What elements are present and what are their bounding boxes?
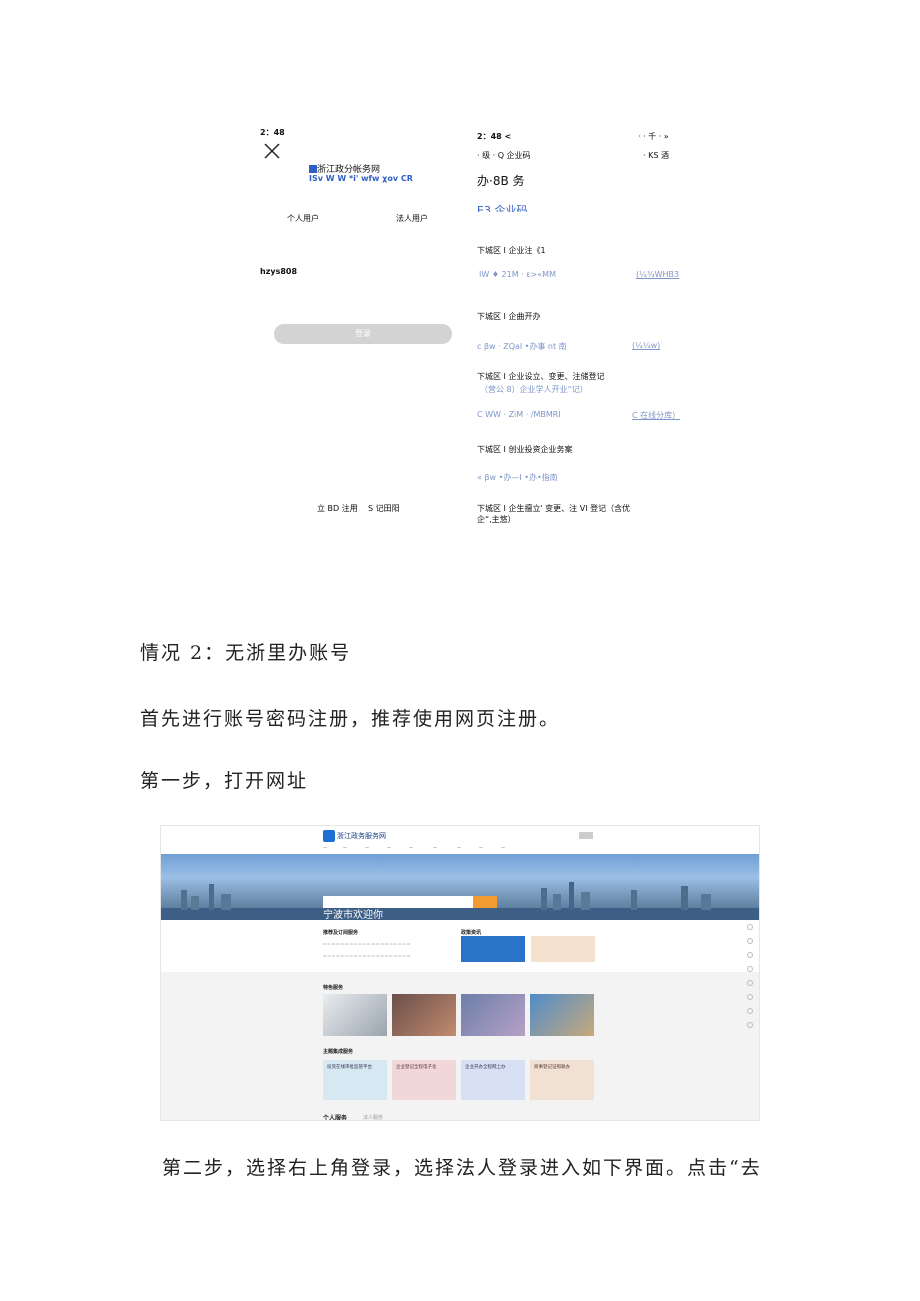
featured-tile[interactable] bbox=[530, 994, 594, 1036]
site-nav-item[interactable]: — bbox=[343, 845, 347, 850]
policy-title: 政策资讯 bbox=[461, 930, 482, 936]
site-banner: 宁波市欢迎你 bbox=[161, 854, 759, 921]
step1-text: 第一步，打开网址 bbox=[140, 770, 309, 792]
status-indicators: · · 千 · » bbox=[638, 132, 669, 141]
right-header-action[interactable]: · KS 酒 bbox=[643, 150, 669, 161]
enterprise-code-header: E3 企业码 bbox=[477, 204, 528, 212]
side-tool-icon[interactable] bbox=[747, 966, 753, 972]
featured-tile[interactable] bbox=[392, 994, 456, 1036]
right-time: 2：48 < bbox=[477, 132, 512, 141]
theme-card-label: 企业登记全程电子化 bbox=[396, 1065, 437, 1070]
site-search-button[interactable] bbox=[473, 896, 497, 908]
service-item-action[interactable]: C 在线分库） bbox=[632, 410, 680, 421]
site-nav-item[interactable]: — bbox=[501, 845, 505, 850]
enterprise-code-tab[interactable]: · 级 · Q 企业码 bbox=[477, 150, 531, 161]
recommend-title: 推荐及订阅服务 bbox=[323, 930, 359, 936]
site-nav-item[interactable]: — bbox=[433, 845, 437, 850]
service-item-action[interactable]: (¼¾WHB3 bbox=[636, 270, 679, 279]
section-title: 办·8B 务 bbox=[477, 174, 525, 188]
service-item-action[interactable]: (¼¼w) bbox=[632, 341, 660, 350]
register-link[interactable]: 立 BD 注用 bbox=[317, 503, 358, 514]
site-url: ISv W W *i' wfw χov CR bbox=[309, 174, 413, 183]
recommend-row[interactable]: ▭ ▭ ▭ ▭ ▭ ▭ ▭ ▭ ▭ ▭ ▭ ▭ ▭ ▭ ▭ ▭ ▭ ▭ ▭ ▭ bbox=[323, 942, 410, 946]
site-brand: 浙江政务服务网 bbox=[337, 832, 386, 840]
featured-tile[interactable] bbox=[461, 994, 525, 1036]
service-item-title[interactable]: 下城区 I 企生擅立' 变更、注 VI 登记（含优 bbox=[477, 503, 630, 514]
policy-card[interactable] bbox=[461, 936, 525, 962]
site-nav-item[interactable]: — bbox=[365, 845, 369, 850]
welcome-text: 宁波市欢迎你 bbox=[323, 910, 383, 921]
tab-legal-user[interactable]: 法人用户 bbox=[396, 213, 428, 224]
theme-card-label: 企业开办全程网上办 bbox=[465, 1065, 506, 1070]
service-item-sub: （营公 8）企业学人开业“记） bbox=[480, 385, 588, 394]
theme-card[interactable]: 商事登记证照联办 bbox=[530, 1060, 594, 1100]
featured-title: 特色服务 bbox=[323, 985, 344, 991]
step2-text: 第二步，选择右上角登录，选择法人登录进入如下界面。点击“去 bbox=[162, 1157, 762, 1179]
website-screenshot: 浙江政务服务网 — — — — — — — — — 宁波市欢迎你 推荐及订阅服务… bbox=[160, 825, 760, 1121]
service-item-title[interactable]: 下城区 I 企业注《1 bbox=[477, 245, 546, 256]
featured-tile[interactable] bbox=[323, 994, 387, 1036]
left-time: 2：48 bbox=[260, 128, 285, 137]
side-tool-icon[interactable] bbox=[747, 952, 753, 958]
site-nav-item[interactable]: — bbox=[479, 845, 483, 850]
side-tool-icon[interactable] bbox=[747, 1008, 753, 1014]
case2-heading: 情况 2：无浙里办账号 bbox=[140, 642, 352, 664]
site-login-button[interactable] bbox=[579, 832, 593, 839]
service-item-title[interactable]: 下城区 I 创业投资企业务案 bbox=[477, 444, 572, 455]
username-field[interactable]: hzys808 bbox=[260, 267, 297, 276]
service-item-links[interactable]: C WW · ZiM · /MBMRI bbox=[477, 410, 561, 419]
site-nav-item[interactable]: — bbox=[409, 845, 413, 850]
side-tool-icon[interactable] bbox=[747, 980, 753, 986]
side-tool-icon[interactable] bbox=[747, 938, 753, 944]
site-nav-item[interactable]: — bbox=[323, 845, 327, 850]
theme-card[interactable]: 企业开办全程网上办 bbox=[461, 1060, 525, 1100]
tab-legal-service[interactable]: 法人服务 bbox=[363, 1114, 383, 1120]
theme-card-label: 商事登记证照联办 bbox=[534, 1065, 570, 1070]
theme-card-label: 投资在线审批监管平台 bbox=[327, 1065, 372, 1070]
tab-personal-user[interactable]: 个人用户 bbox=[287, 213, 319, 224]
policy-card[interactable] bbox=[531, 936, 595, 962]
login-button[interactable]: 登录 bbox=[274, 324, 452, 344]
service-item-title[interactable]: 下城区 I 企曲开办 bbox=[477, 311, 540, 322]
service-item-sub: 企“,主悠） bbox=[477, 515, 516, 524]
service-item-links[interactable]: IW ♦ 21M · ε>«MM bbox=[479, 270, 556, 279]
service-item-links[interactable]: « βw •办—I •办•指南 bbox=[477, 472, 558, 483]
forgot-link[interactable]: S 记田阳 bbox=[368, 503, 400, 514]
theme-title: 主题集成服务 bbox=[323, 1049, 354, 1055]
service-item-title[interactable]: 下城区 I 企业设立、变更、注储登记 bbox=[477, 371, 604, 382]
side-tool-icon[interactable] bbox=[747, 994, 753, 1000]
site-logo-icon bbox=[323, 830, 335, 842]
theme-card[interactable]: 企业登记全程电子化 bbox=[392, 1060, 456, 1100]
side-tool-icon[interactable] bbox=[747, 1022, 753, 1028]
side-tool-icon[interactable] bbox=[747, 924, 753, 930]
site-search-input[interactable] bbox=[323, 896, 473, 908]
recommend-row[interactable]: ▭ ▭ ▭ ▭ ▭ ▭ ▭ ▭ ▭ ▭ ▭ ▭ ▭ ▭ ▭ ▭ ▭ ▭ ▭ ▭ bbox=[323, 954, 410, 958]
register-paragraph: 首先进行账号密码注册，推荐使用网页注册。 bbox=[140, 708, 561, 730]
close-icon[interactable] bbox=[264, 143, 280, 159]
site-logo-icon bbox=[309, 165, 317, 173]
service-item-links[interactable]: c βw · ZQal •办事 nt 南 bbox=[477, 341, 567, 352]
theme-card[interactable]: 投资在线审批监管平台 bbox=[323, 1060, 387, 1100]
site-nav-item[interactable]: — bbox=[387, 845, 391, 850]
tab-personal-service[interactable]: 个人服务 bbox=[323, 1113, 347, 1120]
site-nav-item[interactable]: — bbox=[457, 845, 461, 850]
site-topbar: 浙江政务服务网 — — — — — — — — — bbox=[161, 826, 759, 854]
